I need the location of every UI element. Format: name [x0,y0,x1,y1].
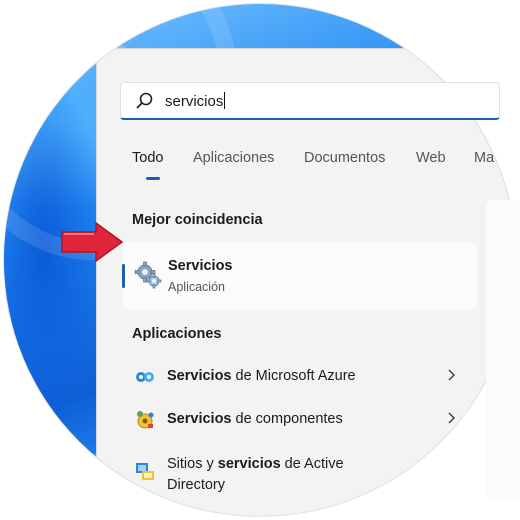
best-match-name: Servicios [168,258,233,274]
tab-documentos[interactable]: Documentos [304,150,385,166]
active-directory-icon [136,463,154,480]
selection-indicator [122,264,125,288]
red-arrow-icon [61,222,124,262]
apps-heading: Aplicaciones [132,326,222,342]
tab-aplicaciones[interactable]: Aplicaciones [193,150,274,166]
active-tab-indicator [146,177,160,180]
search-icon [136,92,153,109]
search-query: servicios [165,92,226,110]
best-match-result[interactable]: Servicios Aplicación [122,242,478,310]
gear-icon [134,261,162,289]
app-result-label: Servicios de componentes [167,411,343,427]
app-result-label: Servicios de Microsoft Azure [167,368,356,384]
best-match-type: Aplicación [168,280,225,294]
tab-todo[interactable]: Todo [132,150,163,166]
search-input[interactable]: servicios [120,82,500,120]
chevron-right-icon[interactable] [446,411,456,425]
tab-more[interactable]: Ma [474,150,494,166]
preview-pane [486,200,520,500]
azure-services-icon [136,372,154,382]
app-result-label: Sitios y servicios de Active Directory [167,456,344,493]
tab-web[interactable]: Web [416,150,446,166]
app-result-components[interactable]: Servicios de componentes [132,405,462,435]
app-result-active-directory[interactable]: Sitios y servicios de Active Directory [132,450,462,500]
app-result-azure[interactable]: Servicios de Microsoft Azure [132,362,462,392]
chevron-right-icon[interactable] [446,368,456,382]
best-match-heading: Mejor coincidencia [132,212,263,228]
component-services-icon [137,411,154,429]
